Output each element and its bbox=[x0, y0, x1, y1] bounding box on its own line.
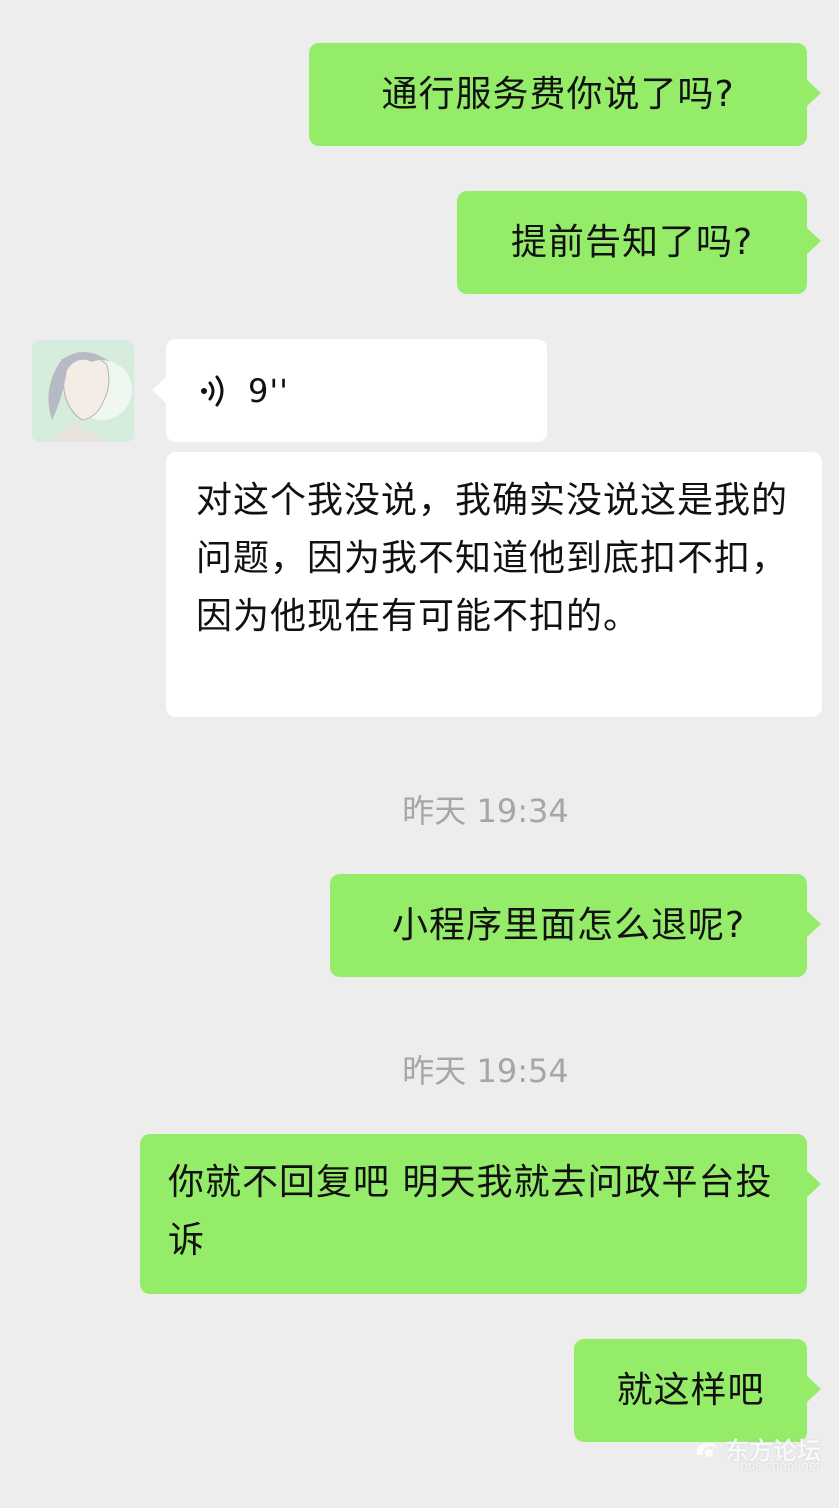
outgoing-message-bubble[interactable]: 提前告知了吗? bbox=[457, 191, 821, 294]
message-text: 提前告知了吗? bbox=[510, 221, 754, 263]
message-text: 对这个我没说，我确实没说这是我的问题，因为我不知道他到底扣不扣，因为他现在有可能… bbox=[196, 480, 789, 637]
timestamp: 昨天 19:54 bbox=[402, 1052, 569, 1090]
outgoing-message-bubble[interactable]: 你就不回复吧 明天我就去问政平台投诉 bbox=[140, 1134, 821, 1294]
brand-logo-icon bbox=[696, 1442, 717, 1457]
voice-duration: 9'' bbox=[248, 371, 289, 410]
incoming-message-bubble[interactable]: 对这个我没说，我确实没说这是我的问题，因为我不知道他到底扣不扣，因为他现在有可能… bbox=[166, 452, 822, 717]
avatar-portrait-icon bbox=[32, 340, 134, 442]
outgoing-message-bubble[interactable]: 就这样吧 bbox=[574, 1339, 821, 1442]
contact-avatar[interactable] bbox=[32, 340, 134, 442]
watermark-domain: bbs.cnool.net bbox=[739, 1459, 821, 1473]
message-text: 小程序里面怎么退呢? bbox=[391, 904, 746, 946]
message-text: 通行服务费你说了吗? bbox=[381, 73, 735, 115]
message-text: 就这样吧 bbox=[616, 1369, 765, 1411]
message-text: 你就不回复吧 明天我就去问政平台投诉 bbox=[168, 1162, 773, 1261]
watermark: 东方论坛 bbs.cnool.net bbox=[693, 1431, 821, 1473]
voice-message-bubble[interactable]: 9'' bbox=[152, 339, 547, 442]
outgoing-message-bubble[interactable]: 小程序里面怎么退呢? bbox=[330, 874, 821, 977]
outgoing-message-bubble[interactable]: 通行服务费你说了吗? bbox=[309, 43, 821, 146]
timestamp: 昨天 19:34 bbox=[402, 792, 569, 830]
voice-wave-icon bbox=[201, 375, 224, 406]
